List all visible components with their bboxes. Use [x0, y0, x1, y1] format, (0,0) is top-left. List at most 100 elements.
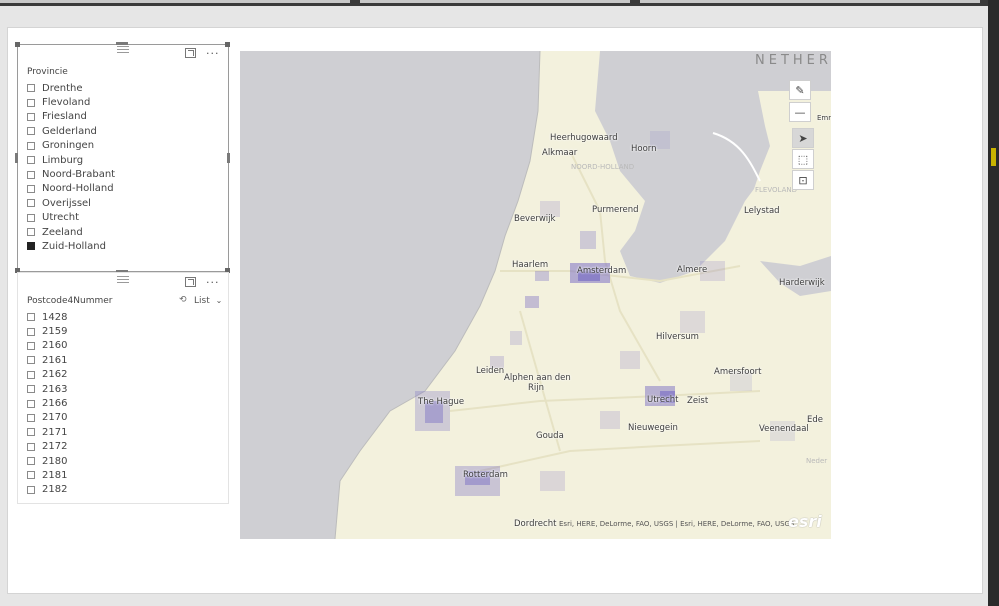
slicer-item[interactable]: 2161 [27, 353, 67, 367]
drag-grip[interactable] [117, 46, 129, 55]
slicer-item-label: 2171 [42, 426, 68, 438]
checkbox[interactable] [27, 399, 35, 408]
checkbox[interactable] [27, 242, 35, 251]
checkbox[interactable] [27, 199, 35, 208]
basemap [334, 51, 831, 539]
slicer-item-label: Limburg [42, 154, 84, 166]
checkbox[interactable] [27, 228, 35, 237]
slicer-item[interactable]: Noord-Holland [27, 182, 115, 196]
checkbox[interactable] [27, 370, 35, 379]
checkbox[interactable] [27, 127, 35, 136]
checkbox[interactable] [27, 428, 35, 437]
more-options-icon[interactable]: ··· [206, 48, 220, 59]
slicer-item-label: Groningen [42, 140, 95, 152]
focus-mode-icon[interactable] [185, 48, 196, 58]
slicer-item[interactable]: 2180 [27, 454, 67, 468]
slicer-item[interactable]: Overijssel [27, 196, 115, 210]
slicer-item-label: 1428 [42, 311, 68, 323]
slicer-title: Provincie [27, 67, 68, 77]
focus-mode-icon[interactable] [185, 277, 196, 287]
slicer-item[interactable]: 2182 [27, 483, 67, 497]
checkbox[interactable] [27, 313, 35, 322]
city-label: Ede [807, 415, 823, 425]
slicer-item[interactable]: 2171 [27, 425, 67, 439]
slicer-item[interactable]: Limburg [27, 153, 115, 167]
provincie-slicer[interactable]: ··· Provincie Drenthe Flevoland Friesland G… [15, 42, 230, 273]
slicer-item-label: 2161 [42, 354, 68, 366]
region-label: NOORD-HOLLAND [571, 163, 635, 171]
slicer-item-label: 2159 [42, 326, 68, 338]
checkbox[interactable] [27, 385, 35, 394]
city-label: Almere [677, 265, 708, 275]
slicer-item[interactable]: Friesland [27, 110, 115, 124]
checkbox[interactable] [27, 485, 35, 494]
resize-handle[interactable] [15, 42, 20, 47]
slicer-item[interactable]: 2172 [27, 440, 67, 454]
checkbox[interactable] [27, 442, 35, 451]
slicer-item[interactable]: 2163 [27, 382, 67, 396]
city-label: Amersfoort [714, 367, 762, 377]
slicer-item[interactable]: 2181 [27, 468, 67, 482]
slicer-item[interactable]: 2162 [27, 368, 67, 382]
slicer-mode-dropdown[interactable]: List ⌄ [194, 296, 222, 306]
slicer-item[interactable]: 2166 [27, 396, 67, 410]
checkbox[interactable] [27, 184, 35, 193]
checkbox[interactable] [27, 84, 35, 93]
pointer-select-icon[interactable]: ➤ [792, 128, 814, 148]
city-label: Purmerend [592, 205, 639, 215]
resize-handle[interactable] [227, 153, 230, 163]
city-label: Leiden [476, 366, 505, 376]
slicer-item[interactable]: Utrecht [27, 211, 115, 225]
slicer-item[interactable]: Groningen [27, 139, 115, 153]
resize-handle[interactable] [116, 42, 128, 45]
resize-handle[interactable] [225, 42, 230, 47]
city-label: Alkmaar [542, 148, 578, 158]
city-label: Alphen aan den [504, 373, 571, 383]
more-options-icon[interactable]: ··· [206, 277, 220, 288]
checkbox[interactable] [27, 141, 35, 150]
checkbox[interactable] [27, 213, 35, 222]
map-visual[interactable]: NETHER Heerhugowaard Alkmaar Hoorn NOORD… [240, 51, 831, 539]
slicer-item[interactable]: Noord-Brabant [27, 167, 115, 181]
slicer-item-label: 2163 [42, 383, 68, 395]
slicer-item[interactable]: Zuid-Holland [27, 239, 115, 253]
checkbox[interactable] [27, 341, 35, 350]
slicer-item[interactable]: 2160 [27, 339, 67, 353]
checkbox[interactable] [27, 356, 35, 365]
checkbox[interactable] [27, 471, 35, 480]
region-label: FLEVOLAND [755, 186, 797, 194]
slicer-title: Postcode4Nummer [27, 296, 113, 306]
checkbox[interactable] [27, 98, 35, 107]
checkbox[interactable] [27, 457, 35, 466]
city-label: Beverwijk [514, 214, 556, 224]
rectangle-select-icon[interactable]: ⬚ [792, 149, 814, 169]
slicer-item[interactable]: 2170 [27, 411, 67, 425]
slicer-item[interactable]: Zeeland [27, 225, 115, 239]
map-attribution: Esri, HERE, DeLorme, FAO, USGS | Esri, H… [559, 520, 795, 528]
drag-grip[interactable] [117, 276, 129, 285]
slicer-item[interactable]: Drenthe [27, 81, 115, 95]
resize-handle[interactable] [15, 153, 18, 163]
slicer-item-label: Overijssel [42, 197, 91, 209]
lasso-select-icon[interactable]: ⊡ [792, 170, 814, 190]
minus-icon[interactable]: — [789, 102, 811, 122]
city-label: Dordrecht [514, 519, 557, 529]
checkbox[interactable] [27, 156, 35, 165]
checkbox[interactable] [27, 327, 35, 336]
postcode-slicer[interactable]: ··· Postcode4Nummer ⟲ List ⌄ 1428 2159 216… [17, 272, 229, 504]
slicer-item-label: 2170 [42, 412, 68, 424]
slicer-item-label: 2166 [42, 398, 68, 410]
slicer-item-label: Drenthe [42, 82, 83, 94]
slicer-item[interactable]: 2159 [27, 324, 67, 338]
pencil-icon[interactable]: ✎ [789, 80, 811, 100]
window-top-strip [0, 0, 999, 6]
checkbox[interactable] [27, 170, 35, 179]
slicer-item[interactable]: 1428 [27, 310, 67, 324]
checkbox[interactable] [27, 413, 35, 422]
slicer-item-label: Flevoland [42, 97, 91, 109]
slicer-item[interactable]: Flevoland [27, 95, 115, 109]
eraser-icon[interactable]: ⟲ [179, 295, 187, 305]
slicer-item[interactable]: Gelderland [27, 124, 115, 138]
slicer-item-label: 2172 [42, 441, 68, 453]
checkbox[interactable] [27, 112, 35, 121]
